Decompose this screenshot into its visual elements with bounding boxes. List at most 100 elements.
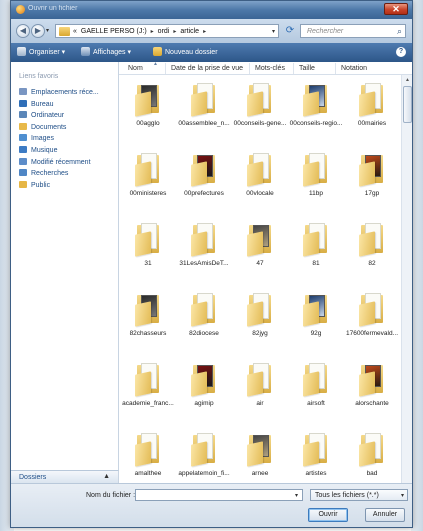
folder-item[interactable]: 31LesAmisDeT... <box>175 215 233 281</box>
file-type-select[interactable]: Tous les fichiers (*.*) ▾ <box>310 489 408 501</box>
folder-item[interactable]: 00conseils-regio... <box>287 75 345 141</box>
title-bar[interactable]: Ouvrir un fichier ✕ <box>11 1 412 19</box>
breadcrumb-overflow[interactable]: « <box>73 28 77 35</box>
column-header-keywords[interactable]: Mots-clés <box>255 65 285 72</box>
chevron-down-icon[interactable]: ▾ <box>401 492 404 499</box>
folder-item[interactable]: 00prefectures <box>175 145 233 211</box>
folder-item[interactable]: bad <box>343 425 401 483</box>
folder-item[interactable]: alorschante <box>343 355 401 421</box>
refresh-icon[interactable]: ⟳ <box>283 24 297 38</box>
new-folder-button[interactable]: Nouveau dossier <box>153 47 218 56</box>
help-icon[interactable]: ? <box>396 47 406 57</box>
folder-icon <box>303 83 329 117</box>
navigation-pane: Liens favoris Emplacements réce... Bureau… <box>11 62 119 470</box>
address-dropdown-icon[interactable]: ▾ <box>272 28 275 35</box>
folder-icon <box>247 293 273 327</box>
folder-item[interactable]: 11bp <box>287 145 345 211</box>
column-header-date-taken[interactable]: Date de la prise de vue <box>171 65 243 72</box>
sidebar-item[interactable]: Images <box>19 134 99 146</box>
forward-arrow-icon[interactable]: ▶ <box>31 24 45 38</box>
folder-item[interactable]: appelatemoin_fi... <box>175 425 233 483</box>
folder-item[interactable]: 00ministeres <box>119 145 177 211</box>
address-bar[interactable]: «GAELLE PERSO (J:) ▸ ordi ▸ article ▸ ▾ <box>55 24 279 38</box>
music-icon <box>19 145 27 153</box>
sidebar-item[interactable]: Recherches <box>19 169 99 181</box>
breadcrumb-item-ordi[interactable]: ordi <box>158 28 170 35</box>
folder-item[interactable]: 00mairies <box>343 75 401 141</box>
sidebar-item[interactable]: Bureau <box>19 99 99 112</box>
column-header-rating[interactable]: Notation <box>341 65 367 72</box>
folder-name: 92g <box>310 330 322 337</box>
folder-icon <box>303 433 329 467</box>
vertical-scrollbar[interactable]: ▲ <box>401 75 412 483</box>
folder-item[interactable]: 82jyg <box>231 285 289 351</box>
folder-item[interactable]: artistes <box>287 425 345 483</box>
sidebar-item[interactable]: Musique <box>19 145 99 158</box>
breadcrumb-separator-icon[interactable]: ▸ <box>151 29 154 35</box>
folder-item[interactable]: 81 <box>287 215 345 281</box>
sidebar-item[interactable]: Public <box>19 180 99 193</box>
folder-name: agimip <box>194 400 214 407</box>
search-icon[interactable]: ⌕ <box>397 26 402 37</box>
history-dropdown-icon[interactable]: ▾ <box>46 28 52 34</box>
views-button[interactable]: Affichages ▾ <box>81 47 131 56</box>
folder-icon <box>247 83 273 117</box>
filename-field[interactable] <box>135 489 303 501</box>
cancel-button[interactable]: Annuler <box>365 508 405 522</box>
folder-name: 31 <box>144 260 152 267</box>
sidebar-item[interactable]: Documents <box>19 122 99 135</box>
close-icon[interactable]: ✕ <box>384 3 408 15</box>
folder-item[interactable]: 00conseils-gene... <box>231 75 289 141</box>
filename-dropdown-icon[interactable]: ▾ <box>295 492 298 499</box>
toolbar: Organiser ▾ Affichages ▾ Nouveau dossier… <box>11 43 412 62</box>
sidebar-item[interactable]: Emplacements réce... <box>19 88 99 100</box>
folder-item[interactable]: 00agglo <box>119 75 177 141</box>
folder-item[interactable]: 82diocese <box>175 285 233 351</box>
organize-button[interactable]: Organiser ▾ <box>17 47 65 56</box>
open-button[interactable]: Ouvrir <box>308 508 348 522</box>
views-icon <box>81 47 90 56</box>
folder-item[interactable]: 00vlocale <box>231 145 289 211</box>
folder-item[interactable]: 17600fermevald... <box>343 285 401 351</box>
breadcrumb-item-drive[interactable]: GAELLE PERSO (J:) <box>81 28 147 35</box>
column-divider[interactable] <box>335 63 336 74</box>
folder-item[interactable]: 82 <box>343 215 401 281</box>
breadcrumb-separator-icon[interactable]: ▸ <box>173 29 176 35</box>
search-input[interactable]: Rechercher ⌕ <box>300 24 406 38</box>
file-type-value: Tous les fichiers (*.*) <box>315 492 379 499</box>
column-header-size[interactable]: Taille <box>299 65 315 72</box>
folder-item[interactable]: 92g <box>287 285 345 351</box>
sidebar-item-label: Documents <box>31 123 67 131</box>
folder-item[interactable]: air <box>231 355 289 421</box>
folder-item[interactable]: 82chasseurs <box>119 285 177 351</box>
column-divider[interactable] <box>165 63 166 74</box>
column-divider[interactable] <box>249 63 250 74</box>
folder-name: 00agglo <box>136 120 160 127</box>
sidebar-item-label: Public <box>31 181 51 189</box>
folder-item[interactable]: airsoft <box>287 355 345 421</box>
scroll-up-icon[interactable]: ▲ <box>403 76 412 85</box>
folder-item[interactable]: 47 <box>231 215 289 281</box>
folder-item[interactable]: agimip <box>175 355 233 421</box>
back-arrow-icon[interactable]: ◀ <box>16 24 30 38</box>
folder-name: 47 <box>256 260 264 267</box>
folder-item[interactable]: 17gp <box>343 145 401 211</box>
folder-item[interactable]: academie_franc... <box>119 355 177 421</box>
scrollbar-thumb[interactable] <box>403 86 412 123</box>
column-header-name[interactable]: Nom <box>128 65 143 72</box>
sidebar-item[interactable]: Ordinateur <box>19 111 99 123</box>
folder-name: 00ministeres <box>129 190 167 197</box>
column-headers: Nom ▲ Date de la prise de vue Mots-clés … <box>119 61 412 75</box>
chevron-up-icon[interactable]: ▲ <box>103 473 110 480</box>
folders-toggle[interactable]: Dossiers ▲ <box>11 470 119 483</box>
breadcrumb-separator-icon[interactable]: ▸ <box>203 29 206 35</box>
folder-item[interactable]: 00assemblee_n... <box>175 75 233 141</box>
breadcrumb-item-article[interactable]: article <box>180 28 199 35</box>
folder-icon <box>135 293 161 327</box>
folder-name: airsoft <box>307 400 325 407</box>
folder-item[interactable]: 31 <box>119 215 177 281</box>
column-divider[interactable] <box>293 63 294 74</box>
sidebar-item[interactable]: Modifié récemment <box>19 157 99 170</box>
folder-item[interactable]: arnee <box>231 425 289 483</box>
folder-item[interactable]: amalthee <box>119 425 177 483</box>
